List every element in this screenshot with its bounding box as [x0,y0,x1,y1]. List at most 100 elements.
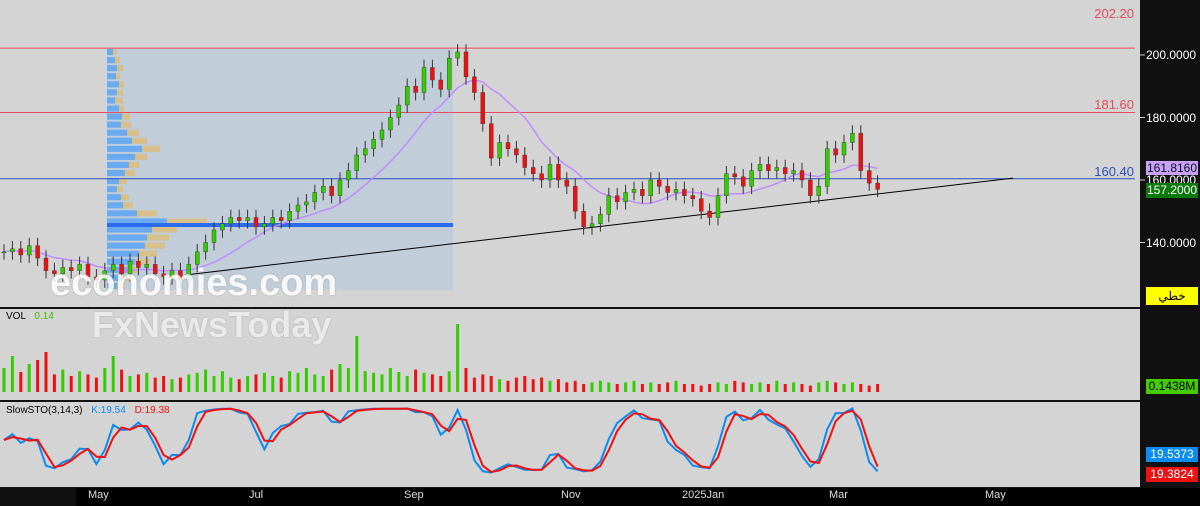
trading-chart-window: economies.com FxNewsToday 202.20 181.60 … [0,0,1200,506]
volume-profile-buy-bar [107,161,129,168]
volume-bar [288,371,292,392]
candle-body [10,248,15,253]
candle-body [421,67,427,93]
candle-body [640,189,645,196]
volume-bar [355,336,359,392]
stoch-k: K:19.54 [91,405,126,416]
candle-body [799,170,805,181]
volume-bar [590,382,594,392]
volume-bar [111,356,115,392]
candle-body [295,204,301,212]
candle-body [657,179,662,187]
ma-value-tag: 161.8160 [1146,161,1198,175]
volume-bar [153,377,157,392]
candle-body [841,142,847,156]
volume-bar [498,379,502,392]
candle-body [589,223,595,228]
price-tick: 140.0000 [1146,236,1197,250]
candle-body [631,189,637,193]
stoch-d-tag: 19.3824 [1146,467,1198,482]
candle-body [539,173,544,181]
candle-body [783,167,788,174]
volume-bar [430,374,434,392]
volume-bar [187,374,191,392]
volume-profile-sell-bar [147,234,169,241]
volume-profile-sell-bar [135,153,147,160]
volume-profile-sell-bar [117,65,123,72]
volume-profile-sell-bar [117,186,123,193]
volume-bar [136,374,140,392]
candle-body [354,154,359,171]
candle-body [346,170,351,181]
volume-bar [724,384,728,392]
volume-profile-sell-bar [152,226,177,233]
volume-bar [842,384,846,392]
volume-profile-sell-bar [117,89,123,96]
candle-body [724,173,729,196]
volume-bar [229,377,233,392]
volume-profile-sell-bar [132,137,147,144]
volume-profile-buy-bar [107,194,121,201]
volume-bar [506,380,510,392]
volume-profile-sell-bar [121,121,131,128]
volume-bar [61,369,65,392]
chart-type-button[interactable]: خطي [1146,287,1198,305]
volume-bar [657,384,661,392]
watermark-fxnewstoday: FxNewsToday [92,304,332,345]
volume-profile-buy-bar [107,210,137,217]
volume-bar [750,384,754,392]
candle-body [236,217,242,221]
candle-body [850,132,855,143]
volume-bar [372,372,376,392]
volume-profile-sell-bar [119,105,124,112]
candle-body [556,164,561,181]
volume-bar [19,372,23,392]
volume-profile-sell-bar [113,49,117,56]
volume-profile-sell-bar [115,97,123,104]
volume-bar [649,382,653,392]
candle-body [665,186,670,193]
chart-canvas[interactable] [0,0,1200,506]
volume-bar [624,382,628,392]
volume-profile-buy-bar [107,186,117,193]
volume-profile-buy-bar [107,145,142,152]
volume-bar [758,382,762,392]
volume-bar [523,376,527,392]
candle-body [430,67,435,81]
volume-profile-sell-bar [129,161,139,168]
candle-body [337,179,343,196]
volume-bar [36,360,40,392]
candle-body [514,148,519,156]
candle-body [455,51,460,59]
volume-bar [632,380,636,392]
volume-profile-sell-bar [145,242,165,249]
volume-bar [313,374,317,392]
volume-profile-sell-bar [122,113,130,120]
candle-body [741,176,746,187]
volume-bar [439,376,443,392]
volume-bar [279,377,283,392]
candle-body [405,86,410,106]
x-tick-2025jan: 2025Jan [682,489,725,501]
candle-body [598,214,603,224]
candle-body [581,211,586,228]
x-axis-bar [76,488,1200,506]
candle-body [18,248,23,256]
candle-body [35,245,40,259]
volume-bar [330,369,334,392]
x-tick-sep: Sep [404,489,424,501]
candle-body [673,189,679,193]
volume-bar [674,380,678,392]
volume-bar [254,374,258,392]
volume-bar [808,385,812,392]
volume-bar [246,376,250,392]
candle-body [270,217,275,224]
volume-bar [859,384,863,392]
volume-bar [666,382,670,392]
volume-profile-buy-bar [107,170,125,177]
volume-bar [716,382,720,392]
price-tick: 200.0000 [1146,48,1197,62]
candle-body [447,57,452,90]
last-price-tag: 157.2000 [1146,183,1198,198]
volume-bar [304,368,308,392]
